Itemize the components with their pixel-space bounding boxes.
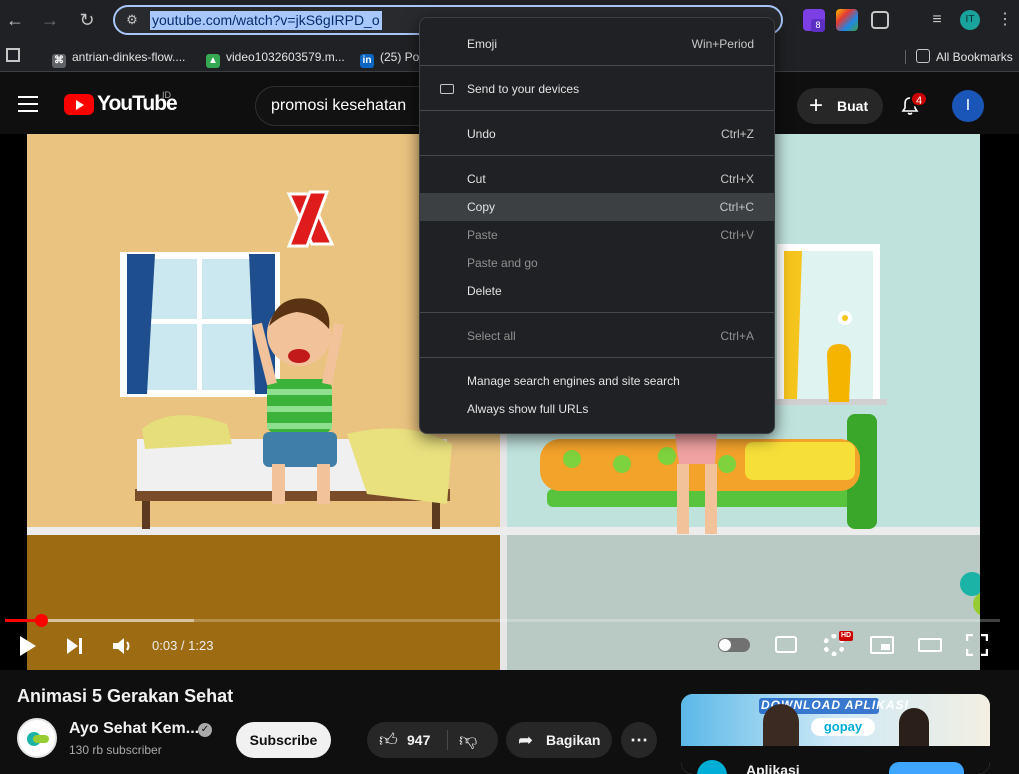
menu-item-paste-and-go[interactable]: Paste and go <box>420 249 774 277</box>
scrubber-handle[interactable] <box>34 614 48 627</box>
profile-avatar[interactable]: IT <box>960 10 980 30</box>
ad-card[interactable]: DOWNLOAD APLIKASI gopay Aplikasi <box>681 694 990 774</box>
bookmark-item[interactable]: ⌘ antrian-dinkes-flow.... <box>52 48 185 68</box>
toggle-knob <box>719 639 731 651</box>
menu-separator <box>420 65 774 66</box>
menu-item-always-show-full-urls[interactable]: Always show full URLs <box>420 395 774 423</box>
menu-item-manage-search-engines[interactable]: Manage search engines and site search <box>420 367 774 395</box>
menu-item-select-all[interactable]: Select all Ctrl+A <box>420 322 774 350</box>
ad-cta-button[interactable] <box>889 762 964 774</box>
extension-icon[interactable]: 8 <box>803 9 825 32</box>
play-icon[interactable] <box>18 634 38 658</box>
menu-item-cut[interactable]: Cut Ctrl+X <box>420 165 774 193</box>
menu-kebab-icon[interactable]: ⋮ <box>997 9 1013 29</box>
hamburger-menu-icon[interactable] <box>18 96 38 112</box>
menu-item-copy[interactable]: Copy Ctrl+C <box>420 193 774 221</box>
context-menu: Emoji Win+Period Send to your devices Un… <box>419 17 775 434</box>
menu-item-delete[interactable]: Delete <box>420 277 774 305</box>
extension-badge: 8 <box>811 19 825 32</box>
all-bookmarks-button[interactable]: All Bookmarks <box>916 48 1013 66</box>
menu-item-emoji[interactable]: Emoji Win+Period <box>420 30 774 58</box>
back-icon[interactable]: ← <box>3 8 27 32</box>
color-picker-icon[interactable] <box>836 9 858 31</box>
share-button[interactable]: ➦ Bagikan <box>506 722 612 758</box>
plus-icon: + <box>809 92 824 119</box>
menu-item-paste[interactable]: Paste Ctrl+V <box>420 221 774 249</box>
ad-person-image <box>899 708 929 746</box>
search-query: promosi kesehatan <box>271 97 407 114</box>
divider <box>905 50 906 64</box>
devices-icon <box>440 84 454 94</box>
linkedin-icon: in <box>360 54 374 68</box>
create-button[interactable]: + Buat <box>797 88 883 124</box>
channel-avatar[interactable] <box>17 718 57 758</box>
miniplayer-icon[interactable] <box>870 636 894 654</box>
notification-badge: 4 <box>910 91 928 107</box>
ad-title: Aplikasi <box>746 762 800 774</box>
country-code: ID <box>162 90 171 100</box>
verified-check-icon: ✓ <box>198 723 212 737</box>
theater-mode-icon[interactable] <box>918 638 942 652</box>
bookmark-item[interactable]: in (25) Po <box>360 48 419 68</box>
time-display: 0:03 / 1:23 <box>152 638 214 653</box>
account-avatar[interactable]: I <box>952 90 984 122</box>
drive-icon: ▲ <box>206 54 220 68</box>
fullscreen-icon[interactable] <box>966 634 988 656</box>
site-info-icon[interactable]: ⚙ <box>123 11 141 29</box>
ad-person-image <box>763 704 799 746</box>
flow-icon: ⌘ <box>52 54 66 68</box>
dislike-icon[interactable]: 👎︎ <box>459 722 477 758</box>
more-actions-icon[interactable]: ⋯ <box>621 722 657 758</box>
menu-item-undo[interactable]: Undo Ctrl+Z <box>420 120 774 148</box>
like-count[interactable]: 947 <box>407 722 430 758</box>
search-input[interactable]: promosi kesehatan <box>255 86 435 126</box>
hd-badge: HD <box>839 631 854 641</box>
subscribe-button[interactable]: Subscribe <box>236 722 331 758</box>
menu-item-send-to-devices[interactable]: Send to your devices <box>420 75 774 103</box>
volume-icon[interactable] <box>112 634 134 658</box>
forward-icon[interactable]: → <box>38 8 62 32</box>
share-icon: ➦ <box>518 730 534 750</box>
apps-grid-icon[interactable] <box>6 48 20 62</box>
autoplay-toggle[interactable] <box>718 638 750 652</box>
folder-icon <box>916 49 930 63</box>
next-icon[interactable] <box>66 634 84 658</box>
like-icon[interactable]: 👍︎ <box>379 722 398 758</box>
like-dislike-group: 👍︎ 947 👎︎ <box>367 722 498 758</box>
channel-name[interactable]: Ayo Sehat Kem... <box>69 720 199 738</box>
menu-separator <box>420 155 774 156</box>
extensions-puzzle-icon[interactable] <box>871 11 889 29</box>
subtitles-icon[interactable] <box>775 636 797 653</box>
reload-icon[interactable]: ↻ <box>75 8 99 32</box>
reading-list-icon[interactable]: ≡ <box>926 9 948 31</box>
video-title: Animasi 5 Gerakan Sehat <box>17 686 234 706</box>
menu-separator <box>420 110 774 111</box>
menu-separator <box>420 312 774 313</box>
bookmark-item[interactable]: ▲ video1032603579.m... <box>206 48 345 68</box>
menu-separator <box>420 357 774 358</box>
url-text[interactable]: youtube.com/watch?v=jkS6gIRPD_o <box>150 11 382 30</box>
ad-brand: gopay <box>811 718 875 736</box>
youtube-logo-icon[interactable] <box>64 94 94 115</box>
subscriber-count: 130 rb subscriber <box>69 743 162 757</box>
